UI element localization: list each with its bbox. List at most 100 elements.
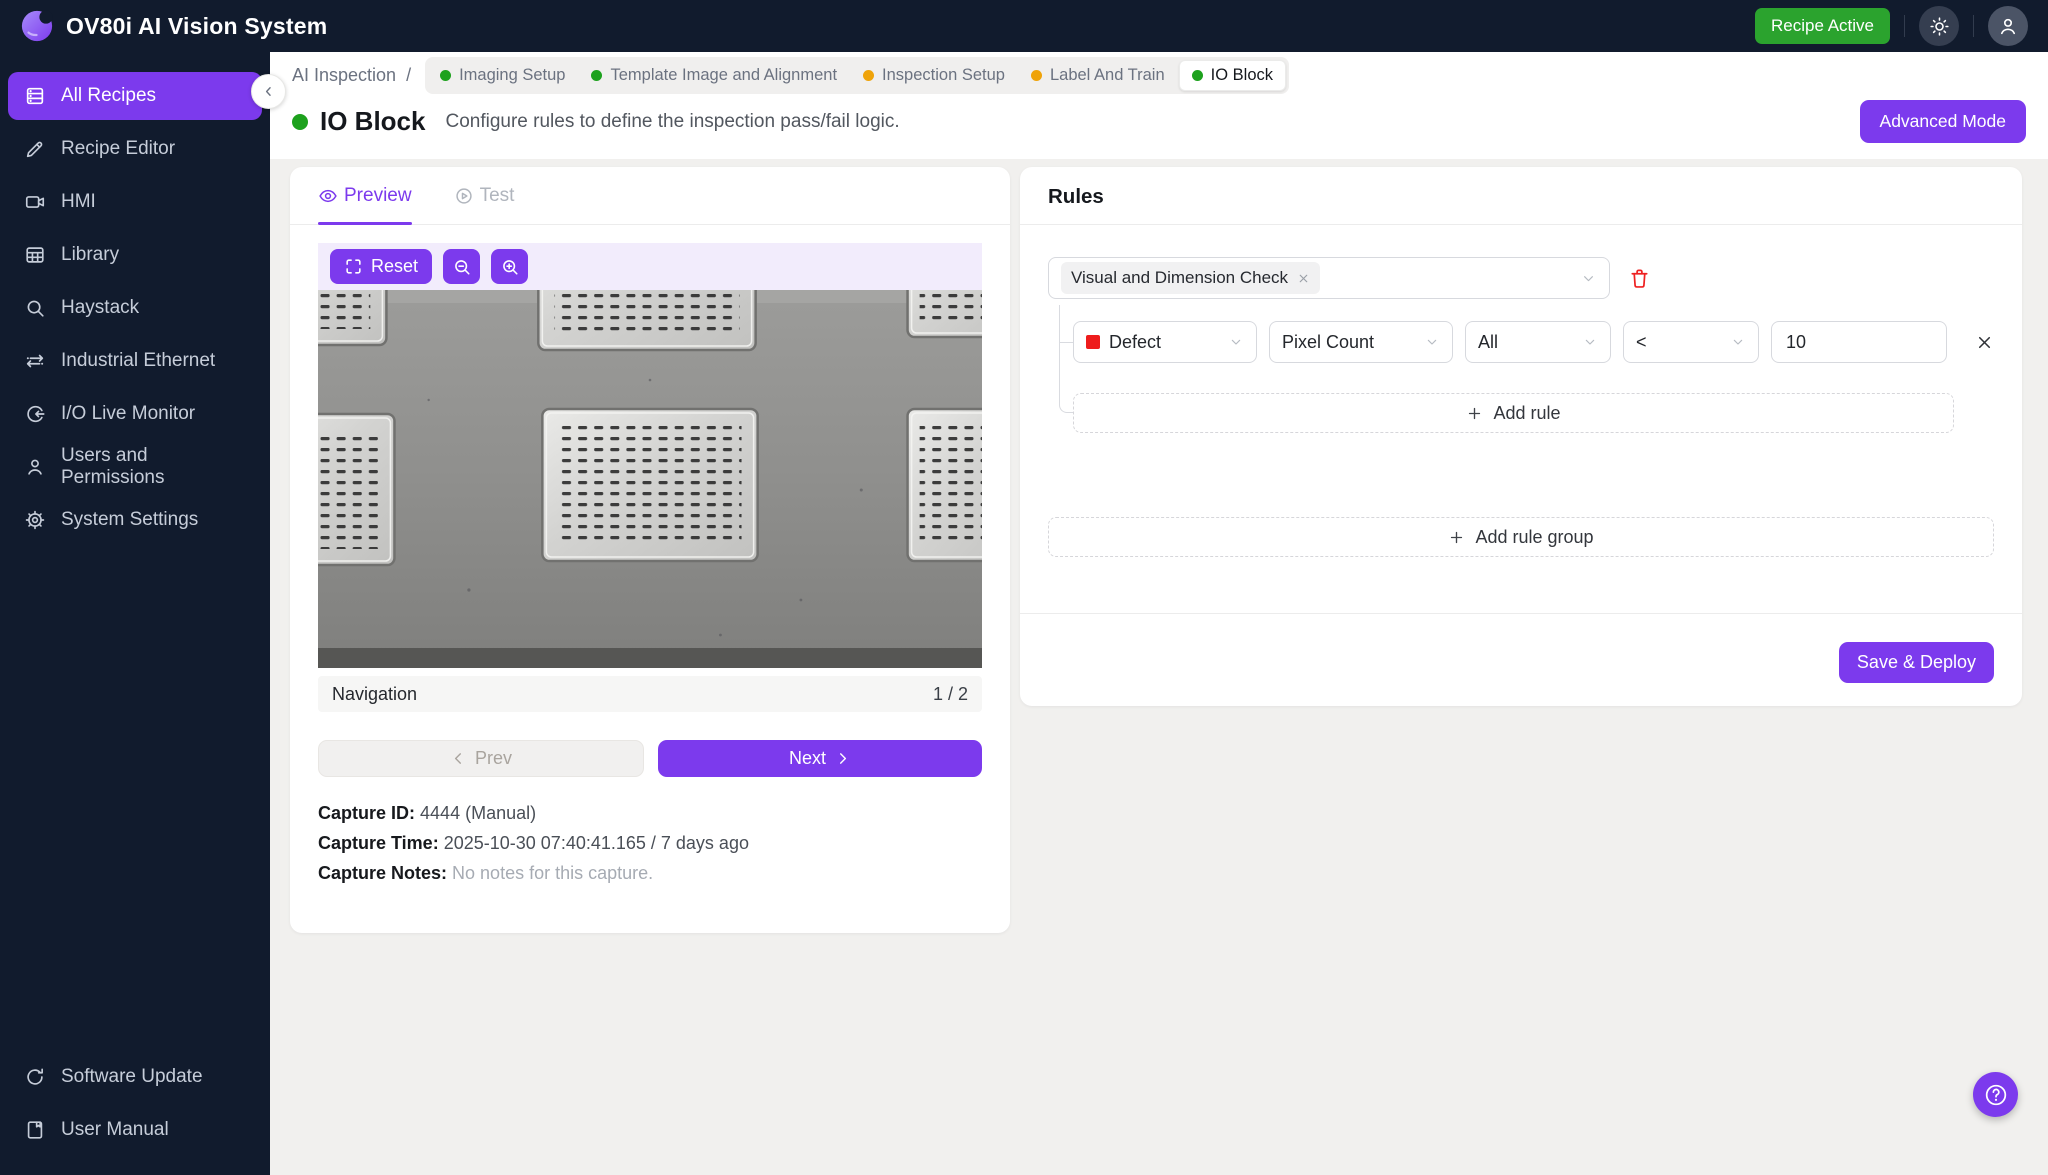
app-logo-icon	[20, 9, 54, 43]
rule-operator-value: <	[1636, 332, 1647, 353]
trash-icon	[1628, 267, 1651, 290]
sidebar-item-label: System Settings	[61, 509, 198, 531]
save-deploy-button[interactable]: Save & Deploy	[1839, 642, 1994, 683]
add-rule-group-button[interactable]: Add rule group	[1048, 517, 1994, 557]
reset-view-button[interactable]: Reset	[330, 249, 432, 284]
sidebar-item-label: Library	[61, 244, 119, 266]
add-rule-button[interactable]: Add rule	[1073, 393, 1954, 433]
play-circle-icon	[454, 186, 474, 206]
chevron-right-icon	[834, 750, 851, 767]
close-icon	[1975, 333, 1994, 352]
capture-time-value: 2025-10-30 07:40:41.165 / 7 days ago	[444, 833, 749, 853]
defect-color-swatch	[1086, 335, 1100, 349]
reset-label: Reset	[371, 256, 418, 277]
fit-corners-icon	[344, 257, 363, 276]
table-grid-icon	[24, 244, 46, 266]
app-title: OV80i AI Vision System	[66, 13, 327, 40]
sidebar-item-user-manual[interactable]: User Manual	[8, 1106, 262, 1154]
swap-arrows-icon	[24, 350, 46, 372]
prev-capture-button[interactable]: Prev	[318, 740, 644, 777]
tab-label: Preview	[344, 185, 412, 207]
navigation-label: Navigation	[332, 684, 417, 705]
chevron-down-icon	[1580, 270, 1597, 287]
rule-group-select[interactable]: Visual and Dimension Check	[1048, 257, 1610, 299]
rule-metric-select[interactable]: Pixel Count	[1269, 321, 1453, 363]
breadcrumb: AI Inspection / Imaging Setup Template I…	[292, 58, 2026, 92]
capture-id-label: Capture ID:	[318, 803, 415, 823]
help-button[interactable]	[1973, 1072, 2018, 1117]
sidebar-item-label: Recipe Editor	[61, 138, 175, 160]
step-label-and-train[interactable]: Label And Train	[1019, 61, 1177, 90]
main-area: AI Inspection / Imaging Setup Template I…	[270, 52, 2048, 1175]
user-avatar[interactable]	[1988, 6, 2028, 46]
add-rule-group-label: Add rule group	[1475, 527, 1593, 548]
tab-preview[interactable]: Preview	[318, 167, 412, 224]
topbar-actions: Recipe Active	[1755, 6, 2028, 46]
breadcrumb-separator: /	[406, 65, 411, 86]
step-io-block[interactable]: IO Block	[1179, 60, 1286, 91]
delete-rule-group-button[interactable]	[1628, 267, 1651, 290]
circular-arrow-icon	[24, 403, 46, 425]
tab-test[interactable]: Test	[454, 167, 515, 224]
refresh-icon	[24, 1066, 46, 1088]
sidebar-item-hmi[interactable]: HMI	[8, 178, 262, 226]
sidebar-item-io-live-monitor[interactable]: I/O Live Monitor	[8, 390, 262, 438]
advanced-mode-button[interactable]: Advanced Mode	[1860, 100, 2026, 143]
remove-rule-button[interactable]	[1975, 333, 1994, 352]
step-label: Inspection Setup	[882, 66, 1005, 85]
step-label: IO Block	[1211, 66, 1273, 85]
preview-tabs: Preview Test	[290, 167, 1010, 225]
sidebar-collapse-button[interactable]	[251, 74, 286, 109]
sidebar-item-haystack[interactable]: Haystack	[8, 284, 262, 332]
rules-panel: Rules Visual and Dimension Check	[1020, 167, 2022, 706]
divider	[1904, 15, 1905, 37]
rules-title: Rules	[1048, 185, 1994, 209]
camera-icon	[24, 191, 46, 213]
topbar: OV80i AI Vision System Recipe Active	[0, 0, 2048, 52]
sidebar-item-library[interactable]: Library	[8, 231, 262, 279]
inspection-capture-image[interactable]	[318, 290, 982, 668]
sidebar-item-label: I/O Live Monitor	[61, 403, 195, 425]
sun-icon	[1929, 16, 1950, 37]
zoom-out-button[interactable]	[443, 249, 480, 284]
sidebar-item-label: All Recipes	[61, 85, 156, 107]
sidebar-item-recipe-editor[interactable]: Recipe Editor	[8, 125, 262, 173]
step-inspection-setup[interactable]: Inspection Setup	[851, 61, 1017, 90]
sidebar-item-label: User Manual	[61, 1119, 169, 1141]
person-icon	[24, 456, 46, 478]
page-title: IO Block	[320, 106, 425, 137]
navigation-strip: Navigation 1 / 2	[318, 676, 982, 712]
app-root: OV80i AI Vision System Recipe Active	[0, 0, 2048, 1175]
step-template-image-alignment[interactable]: Template Image and Alignment	[579, 61, 849, 90]
rule-threshold-input[interactable]	[1771, 321, 1947, 363]
sidebar-item-users-permissions[interactable]: Users and Permissions	[8, 443, 262, 491]
step-label: Label And Train	[1050, 66, 1165, 85]
eye-icon	[318, 186, 338, 206]
sidebar-item-industrial-ethernet[interactable]: Industrial Ethernet	[8, 337, 262, 385]
chevron-left-icon	[450, 750, 467, 767]
capture-id-value: 4444 (Manual)	[420, 803, 536, 823]
sidebar-item-all-recipes[interactable]: All Recipes	[8, 72, 262, 120]
theme-toggle-button[interactable]	[1919, 6, 1959, 46]
rules-header: Rules	[1020, 167, 2022, 225]
tag-label: Visual and Dimension Check	[1071, 268, 1288, 288]
step-imaging-setup[interactable]: Imaging Setup	[428, 61, 577, 90]
tag-remove-icon[interactable]	[1297, 272, 1310, 285]
book-icon	[24, 1119, 46, 1141]
sidebar-item-software-update[interactable]: Software Update	[8, 1053, 262, 1101]
title-row: IO Block Configure rules to define the i…	[292, 92, 2026, 159]
rule-group-row: Visual and Dimension Check	[1048, 257, 1994, 299]
sidebar-item-system-settings[interactable]: System Settings	[8, 496, 262, 544]
breadcrumb-root[interactable]: AI Inspection	[292, 65, 396, 86]
zoom-in-button[interactable]	[491, 249, 528, 284]
chevron-left-icon	[261, 84, 276, 99]
rule-operator-select[interactable]: <	[1623, 321, 1759, 363]
rule-tree: Defect Pixel Count	[1048, 321, 1994, 433]
sidebar-item-label: HMI	[61, 191, 96, 213]
divider	[1973, 15, 1974, 37]
tree-connector	[1059, 342, 1073, 343]
rule-class-select[interactable]: Defect	[1073, 321, 1257, 363]
rule-scope-select[interactable]: All	[1465, 321, 1611, 363]
next-capture-button[interactable]: Next	[658, 740, 982, 777]
sidebar-item-label: Haystack	[61, 297, 139, 319]
